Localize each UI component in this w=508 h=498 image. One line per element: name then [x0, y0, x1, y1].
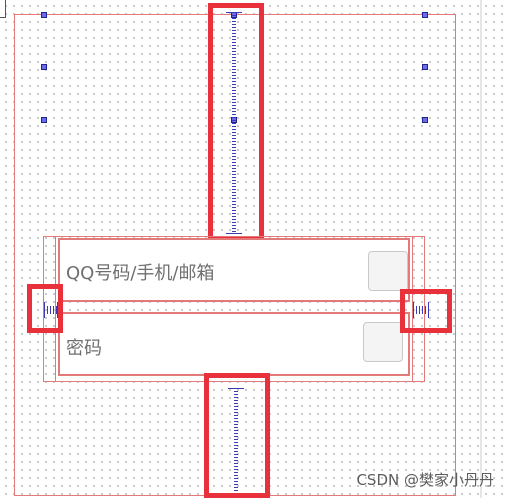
highlight-vertical-spacer-bottom [204, 373, 270, 498]
account-dropdown-button[interactable] [368, 251, 408, 291]
selection-handle-bottom-right[interactable] [422, 117, 428, 123]
password-input-placeholder: 密码 [66, 338, 102, 359]
highlight-horizontal-spacer-left [27, 284, 63, 333]
selection-handle-middle-left[interactable] [41, 64, 47, 70]
designer-canvas[interactable]: QQ号码/手机/邮箱 密码 CSDN @樊家小丹丹 [0, 0, 508, 498]
highlight-horizontal-spacer-right [400, 289, 452, 333]
account-input-placeholder: QQ号码/手机/邮箱 [66, 263, 215, 284]
password-input-row[interactable]: 密码 [58, 312, 410, 376]
selection-handle-bottom-left[interactable] [41, 117, 47, 123]
highlight-vertical-spacer-top [208, 3, 264, 241]
selection-handle-middle-right[interactable] [422, 64, 428, 70]
canvas-corner-marker [0, 0, 6, 18]
account-input-row[interactable]: QQ号码/手机/邮箱 [58, 238, 410, 302]
password-toggle-button[interactable] [363, 322, 403, 362]
watermark-text: CSDN @樊家小丹丹 [356, 471, 494, 489]
selection-handle-top-right[interactable] [422, 12, 428, 18]
canvas-right-edge [480, 0, 482, 498]
selection-handle-top-left[interactable] [41, 12, 47, 18]
